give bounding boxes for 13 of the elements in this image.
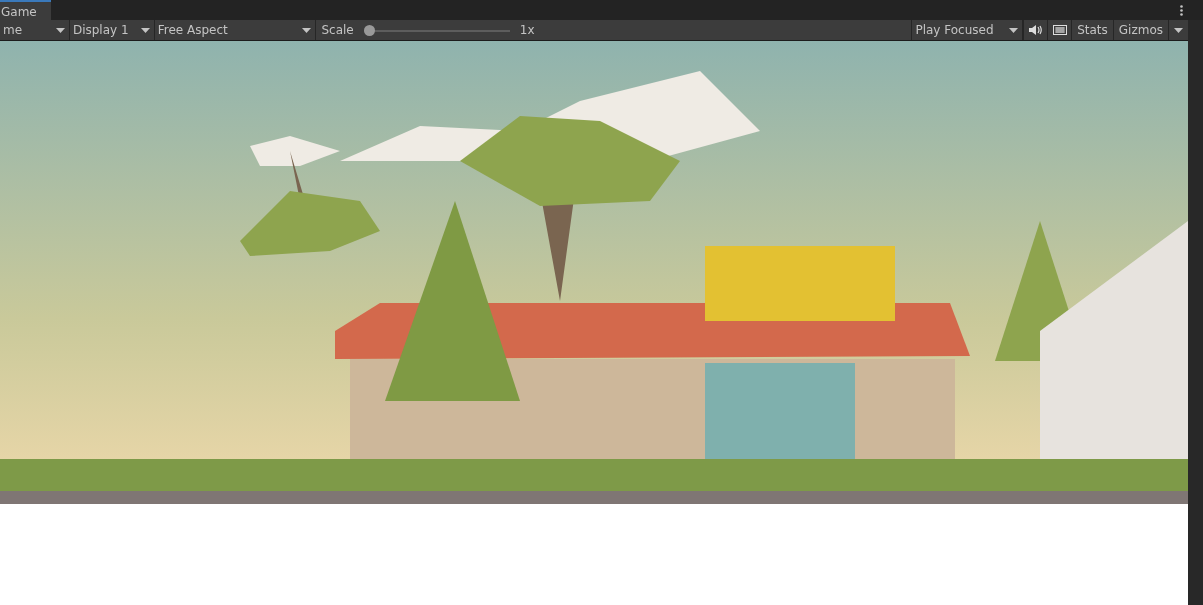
caret-icon bbox=[1009, 27, 1019, 33]
caret-icon bbox=[1174, 27, 1183, 33]
caret-icon bbox=[55, 27, 65, 33]
scale-reading: 1x bbox=[519, 23, 535, 37]
play-mode-dropdown[interactable]: Play Focused bbox=[911, 20, 1024, 40]
caret-icon bbox=[140, 27, 150, 33]
caret-icon bbox=[302, 27, 312, 33]
game-tab[interactable]: Game bbox=[0, 0, 51, 20]
scale-label: Scale bbox=[321, 23, 354, 37]
slider-thumb[interactable] bbox=[363, 24, 375, 36]
more-options-icon[interactable] bbox=[1180, 4, 1183, 16]
keyboard-icon bbox=[1052, 25, 1067, 35]
speaker-icon bbox=[1029, 25, 1043, 35]
